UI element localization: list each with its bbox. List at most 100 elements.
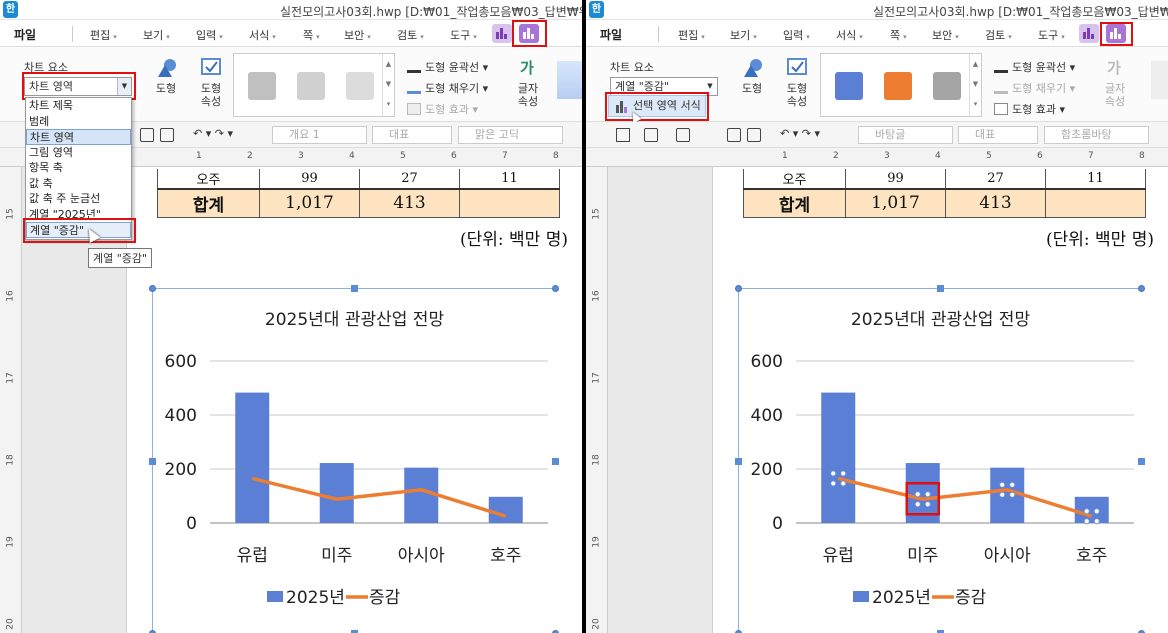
shape-effect-button[interactable]: 도형 효과 ▾ (994, 101, 1065, 117)
menu-file[interactable]: 파일 (14, 26, 36, 43)
dropdown-item[interactable]: 계열 "2025년" (26, 207, 131, 223)
wordart-preview[interactable] (1151, 61, 1168, 99)
menu-tools[interactable]: 도구 ▾ (1038, 27, 1065, 43)
shape-style-gallery[interactable]: ▲ ▼ ▾ (233, 53, 395, 117)
dropdown-item[interactable]: 차트 제목 (26, 98, 131, 114)
resize-handle[interactable] (552, 457, 559, 465)
gallery-scroll[interactable]: ▲ ▼ ▾ (969, 54, 981, 116)
chart-design-tab-icon[interactable] (1079, 24, 1099, 43)
shape-outline-button[interactable]: 도형 윤곽선 ▾ (407, 59, 488, 75)
chart-element-select[interactable]: 계열 "증감" ▼ (610, 77, 718, 96)
format-selection-button[interactable]: 선택 영역 서식 (608, 95, 706, 117)
menu-review[interactable]: 검토 ▾ (985, 27, 1012, 43)
dropdown-item[interactable]: 그림 영역 (26, 145, 131, 161)
menu-view[interactable]: 보기 ▾ (730, 27, 757, 43)
style-swatch[interactable] (297, 72, 325, 100)
gallery-scroll[interactable]: ▲ ▼ ▾ (382, 54, 394, 116)
style-swatch[interactable] (248, 72, 276, 100)
chart-object[interactable]: 2025년대 관광산업 전망 0 200 400 600 유럽 미주 아시아 호주 2025년 증감 (735, 285, 1145, 633)
resize-handle[interactable] (149, 285, 156, 292)
font-field[interactable]: 맑은 고딕 (458, 126, 563, 144)
menu-review[interactable]: 검토 ▾ (397, 27, 424, 43)
style-swatch[interactable] (933, 72, 961, 100)
chart-design-tab-icon[interactable] (492, 24, 512, 43)
menu-edit[interactable]: 편집 ▾ (90, 27, 117, 43)
menu-view[interactable]: 보기 ▾ (143, 27, 170, 43)
resize-handle[interactable] (735, 285, 742, 292)
menu-bar: 파일 편집 ▾ 보기 ▾ 입력 ▾ 서식 ▾ 쪽 ▾ 보안 ▾ 검토 ▾ 도구 ▾ (0, 20, 582, 47)
table-cell: 27 (359, 169, 460, 190)
shape-properties-button[interactable]: 도형 속성 (195, 57, 227, 108)
menu-insert[interactable]: 입력 ▾ (783, 27, 810, 43)
shape-button[interactable]: 도형 (150, 57, 182, 95)
text-properties-button[interactable]: 가 글자 속성 (1099, 57, 1131, 108)
chart-format-tab-icon[interactable] (1106, 24, 1126, 43)
menu-page[interactable]: 쪽 ▾ (890, 27, 907, 43)
chevron-down-icon[interactable]: ▼ (703, 78, 717, 95)
chart-svg: 2025년대 관광산업 전망 0 200 400 600 유럽 미주 아시아 호주 2025년 증감 (739, 289, 1142, 633)
new-document-icon[interactable] (616, 128, 630, 142)
dropdown-item[interactable]: 항목 축 (26, 160, 131, 176)
ruler-number: 19 (5, 536, 16, 548)
style-swatch[interactable] (835, 72, 863, 100)
resize-handle[interactable] (350, 285, 358, 292)
shape-effect-button[interactable]: 도형 효과 ▾ (407, 101, 478, 117)
shape-outline-button[interactable]: 도형 윤곽선 ▾ (994, 59, 1075, 75)
undo-icon[interactable]: ↶ ▾ ↷ ▾ (780, 127, 820, 140)
resize-handle[interactable] (552, 285, 559, 292)
dropdown-item[interactable]: 차트 영역 (26, 129, 131, 145)
menu-security[interactable]: 보안 ▾ (932, 27, 959, 43)
chart-object[interactable]: 2025년대 관광산업 전망 0 200 400 600 유럽 미주 아시아 호주 2025년 증감 (149, 285, 559, 633)
font-face-field[interactable]: 대표 (958, 126, 1038, 144)
text-properties-button[interactable]: 가 글자 속성 (512, 57, 544, 108)
font-field[interactable]: 함초롬바탕 (1044, 126, 1149, 144)
dropdown-item[interactable]: 범례 (26, 114, 131, 130)
menu-file[interactable]: 파일 (600, 26, 622, 43)
dropdown-item[interactable]: 값 축 (26, 176, 131, 192)
save-icon[interactable] (676, 128, 690, 142)
menu-format[interactable]: 서식 ▾ (836, 27, 863, 43)
menu-tools[interactable]: 도구 ▾ (450, 27, 477, 43)
dropdown-item[interactable]: 계열 "증감" (26, 222, 131, 238)
resize-handle[interactable] (936, 285, 944, 292)
preview-icon[interactable] (747, 128, 761, 142)
shape-fill-button[interactable]: 도형 채우기 ▾ (994, 80, 1075, 96)
resize-handle[interactable] (1138, 457, 1145, 465)
print-icon[interactable] (727, 128, 741, 142)
chart-element-select[interactable]: 차트 영역 ▼ (24, 77, 132, 96)
legend-label: 증감 (369, 588, 401, 608)
font-face-field[interactable]: 대표 (372, 126, 452, 144)
style-swatch[interactable] (346, 72, 374, 100)
shape-button[interactable]: 도형 (736, 57, 768, 95)
resize-handle[interactable] (149, 457, 156, 465)
selection-dot (1093, 508, 1100, 515)
shape-fill-button[interactable]: 도형 채우기 ▾ (407, 80, 488, 96)
style-field[interactable]: 개요 1 (272, 126, 367, 144)
menu-format[interactable]: 서식 ▾ (249, 27, 276, 43)
window-title: 실전모의고사03회.hwp [D:₩01_작업총모음₩03_답변₩워드실 (280, 5, 582, 19)
resize-handle[interactable] (1138, 285, 1145, 292)
style-field[interactable]: 바탕글 (858, 126, 953, 144)
chart-format-tab-icon[interactable] (519, 24, 539, 43)
preview-icon[interactable] (160, 128, 174, 142)
print-icon[interactable] (140, 128, 154, 142)
shape-style-gallery[interactable]: ▲ ▼ ▾ (820, 53, 982, 117)
undo-icon[interactable]: ↶ ▾ ↷ ▾ (193, 127, 233, 140)
resize-handle[interactable] (735, 457, 742, 465)
right-screenshot-pane: 한 실전모의고사03회.hwp [D:₩01_작업총모음₩03_답변₩워드실 파… (586, 0, 1168, 633)
menu-page[interactable]: 쪽 ▾ (303, 27, 320, 43)
menu-insert[interactable]: 입력 ▾ (196, 27, 223, 43)
ruler-number: 5 (986, 151, 992, 161)
chevron-down-icon[interactable]: ▼ (117, 78, 131, 95)
open-folder-icon[interactable] (644, 128, 658, 142)
ruler-number: 7 (502, 151, 508, 161)
dropdown-item[interactable]: 값 축 주 눈금선 (26, 191, 131, 207)
style-swatch[interactable] (884, 72, 912, 100)
paint-bucket-icon (407, 82, 421, 94)
shape-properties-button[interactable]: 도형 속성 (781, 57, 813, 108)
ruler-number: 7 (1088, 151, 1094, 161)
hancom-logo: 한 (3, 1, 18, 18)
menu-security[interactable]: 보안 ▾ (344, 27, 371, 43)
wordart-preview[interactable] (557, 61, 582, 99)
menu-edit[interactable]: 편집 ▾ (678, 27, 705, 43)
